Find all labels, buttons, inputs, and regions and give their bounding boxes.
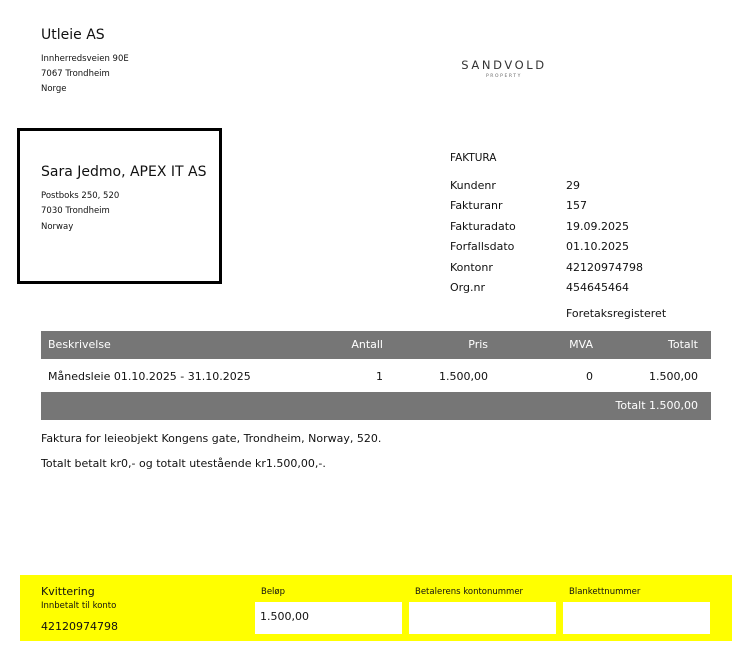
amount-value: 1.500,00 [260, 610, 309, 623]
meta-value-account-number: 42120974798 [566, 261, 643, 274]
recipient-address-line: 7030 Trondheim [41, 206, 110, 216]
column-header-total: Totalt [667, 338, 698, 351]
column-header-quantity: Antall [351, 338, 383, 351]
invoice-table-header: Beskrivelse Antall Pris MVA Totalt [41, 331, 711, 359]
amount-label: Beløp [261, 587, 286, 597]
cell-price: 1.500,00 [439, 370, 488, 383]
invoice-table-footer: Totalt 1.500,00 [41, 392, 711, 420]
receipt-account-number: 42120974798 [41, 620, 118, 633]
meta-value-invoice-date: 19.09.2025 [566, 220, 629, 233]
form-number-field [563, 602, 710, 634]
meta-value-customer-number: 29 [566, 179, 580, 192]
receipt-subtitle: Innbetalt til konto [41, 601, 117, 611]
cell-quantity: 1 [376, 370, 383, 383]
meta-value-due-date: 01.10.2025 [566, 240, 629, 253]
logo-subtext: PROPERTY [485, 74, 523, 79]
sender-address-line: Norge [41, 84, 67, 94]
meta-value-org-number: 454645464 [566, 281, 629, 294]
cell-vat: 0 [586, 370, 593, 383]
amount-field: 1.500,00 [255, 602, 402, 634]
meta-label-org-number: Org.nr [450, 281, 485, 294]
sender-address-line: Innherredsveien 90E [41, 54, 129, 64]
meta-label-invoice-number: Fakturanr [450, 199, 503, 212]
receipt-title: Kvittering [41, 585, 95, 598]
payment-receipt-slip: Kvittering Innbetalt til konto 421209747… [20, 575, 732, 641]
payer-account-field [409, 602, 556, 634]
logo-text: SANDVOLD [461, 58, 547, 72]
sender-address-line: 7067 Trondheim [41, 69, 110, 79]
meta-value-invoice-number: 157 [566, 199, 587, 212]
meta-label-invoice-date: Fakturadato [450, 220, 516, 233]
column-header-vat: MVA [569, 338, 593, 351]
column-header-description: Beskrivelse [48, 338, 111, 351]
meta-label-account-number: Kontonr [450, 261, 493, 274]
recipient-name: Sara Jedmo, APEX IT AS [41, 164, 207, 180]
table-row: Månedsleie 01.10.2025 - 31.10.2025 1 1.5… [41, 363, 711, 391]
column-header-price: Pris [468, 338, 488, 351]
recipient-address-line: Norway [41, 222, 74, 232]
payer-account-label: Betalerens kontonummer [415, 587, 524, 597]
form-number-label: Blankettnummer [569, 587, 641, 597]
sender-name: Utleie AS [41, 27, 105, 43]
invoice-total: Totalt 1.500,00 [615, 399, 698, 412]
cell-description: Månedsleie 01.10.2025 - 31.10.2025 [48, 370, 251, 383]
meta-label-due-date: Forfallsdato [450, 240, 515, 253]
business-register-note: Foretaksregisteret [566, 307, 667, 320]
cell-total: 1.500,00 [649, 370, 698, 383]
payment-status-note: Totalt betalt kr0,- og totalt utestående… [41, 457, 326, 470]
recipient-address-line: Postboks 250, 520 [41, 191, 120, 201]
document-type: FAKTURA [450, 152, 497, 164]
company-logo: SANDVOLD PROPERTY [440, 58, 568, 79]
meta-label-customer-number: Kundenr [450, 179, 496, 192]
invoice-note: Faktura for leieobjekt Kongens gate, Tro… [41, 432, 382, 445]
